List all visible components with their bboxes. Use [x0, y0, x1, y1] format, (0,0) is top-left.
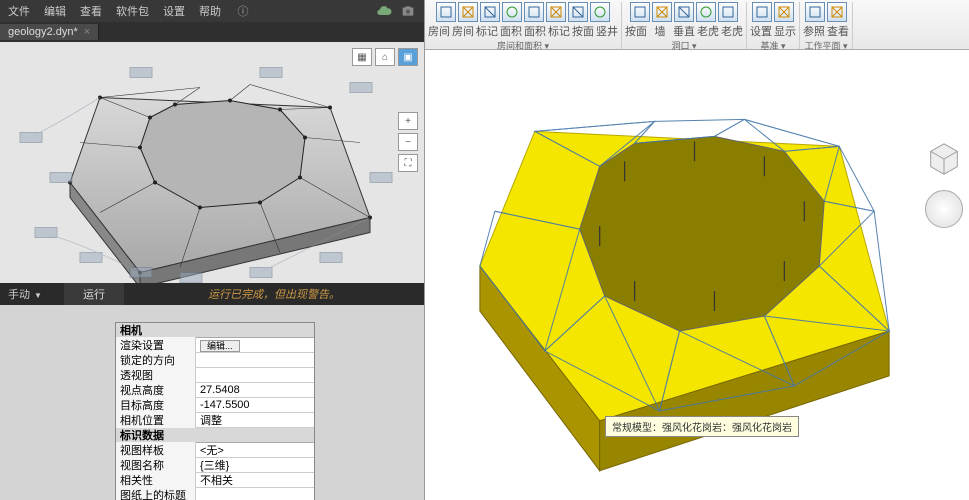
ribbon-label: 垂直 — [673, 23, 695, 39]
ribbon-label: 面积 — [500, 23, 522, 39]
lbl-target: 目标高度 — [116, 397, 196, 413]
ribbon-label: 查看器 — [827, 23, 849, 39]
ribbon-btn-3-1[interactable] — [827, 2, 847, 22]
menu-packages[interactable]: 软件包 — [116, 3, 149, 19]
info-icon[interactable]: ⓘ — [235, 3, 251, 19]
lbl-template: 视图样板 — [116, 442, 196, 458]
close-icon[interactable]: × — [84, 26, 90, 38]
ribbon-btn-0-0[interactable] — [436, 2, 456, 22]
ribbon-label: 按面 — [625, 23, 647, 39]
ribbon-label: 房间 分隔 — [452, 23, 474, 39]
properties-panel: 相机 渲染设置编辑... 锁定的方向 透视图 视点高度27.5408 目标高度-… — [115, 322, 315, 500]
lbl-dep: 相关性 — [116, 472, 196, 488]
revit-panel: 房间房间 分隔标记 房间面积面积 边界标记 面积按面竖井房间和面积 ▾按面墙垂直… — [424, 0, 969, 500]
ribbon-group-2: 设置显示基准 ▾ — [747, 2, 800, 49]
view-cube[interactable] — [925, 140, 963, 178]
val-template[interactable]: <无> — [196, 442, 314, 458]
run-button[interactable]: 运行 — [64, 283, 124, 305]
ribbon-label: 墙 — [649, 23, 671, 39]
ribbon-btn-1-2[interactable] — [674, 2, 694, 22]
ribbon-btn-1-3[interactable] — [696, 2, 716, 22]
lbl-lock: 锁定的方向 — [116, 352, 196, 368]
geometry-preview — [0, 42, 424, 283]
val-dep[interactable]: 不相关 — [196, 472, 314, 488]
revit-3d-view[interactable]: 常规模型：强风化花岗岩：强风化花岗岩 — [425, 50, 969, 500]
zoom-out-icon[interactable]: − — [398, 133, 418, 151]
camera-icon[interactable] — [400, 3, 416, 19]
file-tab[interactable]: geology2.dyn* × — [0, 24, 99, 40]
ribbon-btn-3-0[interactable] — [805, 2, 825, 22]
ribbon-label: 老虎窗 — [697, 23, 719, 39]
edit-render-button[interactable]: 编辑... — [200, 340, 240, 352]
ribbon-label: 标记 面积 — [548, 23, 570, 39]
vp-graph-icon[interactable]: ▦ — [352, 48, 372, 66]
ribbon-btn-0-5[interactable] — [546, 2, 566, 22]
element-tooltip: 常规模型：强风化花岗岩：强风化花岗岩 — [605, 416, 799, 437]
ribbon-group-1: 按面墙垂直老虎窗老虎窗洞口 ▾ — [622, 2, 747, 49]
val-viewname[interactable]: {三维} — [196, 457, 314, 473]
ribbon: 房间房间 分隔标记 房间面积面积 边界标记 面积按面竖井房间和面积 ▾按面墙垂直… — [425, 0, 969, 50]
lbl-campos: 相机位置 — [116, 412, 196, 428]
run-mode[interactable]: 手动▼ — [0, 286, 60, 302]
dynamo-statusbar: 手动▼ 运行 运行已完成，但出现警告。 — [0, 283, 424, 305]
dynamo-menubar: 文件 编辑 查看 软件包 设置 帮助 ⓘ — [0, 0, 424, 22]
ribbon-btn-0-7[interactable] — [590, 2, 610, 22]
ribbon-btn-1-4[interactable] — [718, 2, 738, 22]
lbl-eye: 视点高度 — [116, 382, 196, 398]
section-camera: 相机 — [116, 323, 314, 338]
ribbon-btn-0-6[interactable] — [568, 2, 588, 22]
ribbon-btn-0-3[interactable] — [502, 2, 522, 22]
ribbon-label: 竖井 — [596, 23, 618, 39]
ribbon-btn-1-0[interactable] — [630, 2, 650, 22]
ribbon-group-0: 房间房间 分隔标记 房间面积面积 边界标记 面积按面竖井房间和面积 ▾ — [425, 2, 622, 49]
dynamo-viewport[interactable]: ▦ ⌂ ▣ + − ⛶ — [0, 42, 424, 283]
ribbon-label: 标记 房间 — [476, 23, 498, 39]
ribbon-btn-0-4[interactable] — [524, 2, 544, 22]
status-message: 运行已完成，但出现警告。 — [124, 286, 424, 302]
val-eye[interactable]: 27.5408 — [196, 384, 314, 396]
nav-wheel-icon[interactable] — [925, 190, 963, 228]
tab-bar: geology2.dyn* × — [0, 22, 424, 42]
menu-edit[interactable]: 编辑 — [44, 3, 66, 19]
menu-file[interactable]: 文件 — [8, 3, 30, 19]
val-target[interactable]: -147.5500 — [196, 399, 314, 411]
section-ident: 标识数据 — [116, 428, 314, 443]
zoom-fit-icon[interactable]: ⛶ — [398, 154, 418, 172]
lbl-render: 渲染设置 — [116, 337, 196, 353]
menu-help[interactable]: 帮助 — [199, 3, 221, 19]
ribbon-btn-0-1[interactable] — [458, 2, 478, 22]
lbl-title: 图纸上的标题 — [116, 487, 196, 500]
vp-3d-icon[interactable]: ▣ — [398, 48, 418, 66]
lbl-persp: 透视图 — [116, 367, 196, 383]
ribbon-btn-2-1[interactable] — [774, 2, 794, 22]
ribbon-label: 房间 — [428, 23, 450, 39]
menu-view[interactable]: 查看 — [80, 3, 102, 19]
ribbon-label: 参照 平面 — [803, 23, 825, 39]
ribbon-label: 按面 — [572, 23, 594, 39]
ribbon-group-3: 参照 平面查看器工作平面 ▾ — [800, 2, 853, 49]
dynamo-panel: 文件 编辑 查看 软件包 设置 帮助 ⓘ geology2.dyn* × — [0, 0, 424, 500]
val-campos[interactable]: 调整 — [196, 412, 314, 428]
ribbon-label: 显示 — [774, 23, 796, 39]
lbl-viewname: 视图名称 — [116, 457, 196, 473]
menu-settings[interactable]: 设置 — [163, 3, 185, 19]
ribbon-btn-0-2[interactable] — [480, 2, 500, 22]
ribbon-btn-2-0[interactable] — [752, 2, 772, 22]
vp-home-icon[interactable]: ⌂ — [375, 48, 395, 66]
ribbon-label: 设置 — [750, 23, 772, 39]
ribbon-label: 老虎窗 — [721, 23, 743, 39]
ribbon-label: 面积 边界 — [524, 23, 546, 39]
zoom-in-icon[interactable]: + — [398, 112, 418, 130]
tab-filename: geology2.dyn* — [8, 26, 78, 38]
cloud-icon[interactable] — [376, 3, 392, 19]
ribbon-btn-1-1[interactable] — [652, 2, 672, 22]
